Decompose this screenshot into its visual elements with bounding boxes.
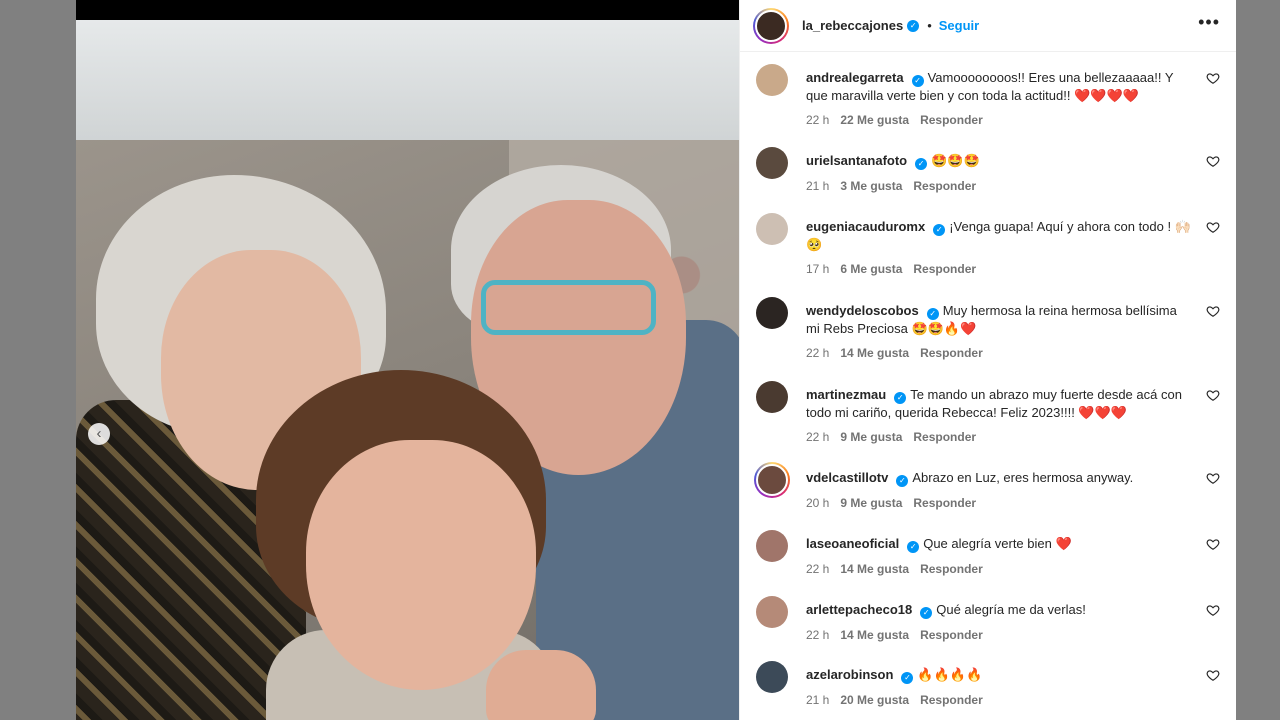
verified-badge-icon: ✓ (896, 475, 909, 487)
commenter-avatar[interactable] (756, 596, 788, 628)
chevron-left-icon: ‹ (96, 425, 102, 442)
comment-item: urielsantanafoto ✓ 🤩🤩🤩 21 h 3 Me gusta Res… (740, 147, 1236, 195)
comment-text: Abrazo en Luz, eres hermosa anyway. (912, 470, 1134, 485)
reply-button[interactable]: Responder (920, 112, 983, 129)
comment-time[interactable]: 22 h (806, 112, 829, 129)
comment-likes[interactable]: 14 Me gusta (840, 561, 909, 578)
verified-badge-icon: ✓ (915, 158, 928, 170)
comment-time[interactable]: 21 h (806, 178, 829, 195)
commenter-avatar[interactable] (756, 381, 788, 413)
comment-item: wendydeloscobos ✓ Muy hermosa la reina her… (740, 297, 1236, 362)
heart-icon[interactable] (1206, 668, 1220, 682)
comment-likes[interactable]: 3 Me gusta (840, 178, 902, 195)
comment-text: 🔥🔥🔥🔥 (917, 667, 983, 682)
comment-likes[interactable]: 14 Me gusta (840, 627, 909, 644)
more-options-icon[interactable]: ••• (1198, 13, 1220, 35)
comment-time[interactable]: 22 h (806, 429, 829, 446)
comment-likes[interactable]: 9 Me gusta (840, 495, 902, 512)
verified-badge-icon: ✓ (911, 75, 924, 87)
commenter-avatar[interactable] (756, 297, 788, 329)
heart-icon[interactable] (1206, 220, 1220, 234)
comment-item: andrealegarreta ✓ Vamoooooooos!! Eres una … (740, 64, 1236, 129)
comment-item: laseoaneoficial ✓ Que alegría verte bien ❤… (740, 530, 1236, 578)
post-photo: ‹ (76, 0, 739, 720)
comment-likes[interactable]: 14 Me gusta (840, 345, 909, 362)
commenter-avatar[interactable] (756, 661, 788, 693)
comment-likes[interactable]: 22 Me gusta (840, 112, 909, 129)
author-avatar[interactable] (753, 7, 789, 44)
person-right-glasses (481, 280, 656, 335)
photo-top-bar (76, 0, 739, 20)
commenter-username[interactable]: andrealegarreta (806, 70, 904, 85)
comments-panel: la_rebeccajones ✓ • Seguir ••• andrealeg… (739, 0, 1236, 720)
commenter-avatar[interactable] (756, 213, 788, 245)
comment-text: 🤩🤩🤩 (931, 153, 980, 168)
comment-time[interactable]: 21 h (806, 692, 829, 709)
comment-item: martinezmau ✓ Te mando un abrazo muy fuert… (740, 381, 1236, 446)
verified-badge-icon: ✓ (907, 541, 920, 553)
commenter-avatar[interactable] (756, 147, 788, 179)
heart-icon[interactable] (1206, 304, 1220, 318)
reply-button[interactable]: Responder (920, 561, 983, 578)
commenter-username[interactable]: laseoaneoficial (806, 536, 899, 551)
author-username[interactable]: la_rebeccajones (802, 18, 903, 33)
comment-item: eugeniacauduromx ✓ ¡Venga guapa! Aquí y ah… (740, 213, 1236, 278)
comment-likes[interactable]: 9 Me gusta (840, 429, 902, 446)
verified-badge-icon: ✓ (894, 392, 907, 404)
verified-badge-icon: ✓ (920, 607, 933, 619)
comment-item: vdelcastillotv ✓ Abrazo en Luz, eres hermo… (740, 462, 1236, 512)
comment-likes[interactable]: 20 Me gusta (840, 692, 909, 709)
heart-icon[interactable] (1206, 537, 1220, 551)
commenter-username[interactable]: martinezmau (806, 387, 886, 402)
heart-icon[interactable] (1206, 71, 1220, 85)
commenter-avatar-image (756, 464, 788, 496)
separator-dot: • (927, 18, 932, 33)
heart-icon[interactable] (1206, 388, 1220, 402)
reply-button[interactable]: Responder (920, 627, 983, 644)
post-modal: ‹ la_rebeccajones ✓ • Seguir ••• andreal… (76, 0, 1236, 720)
commenter-username[interactable]: arlettepacheco18 (806, 602, 912, 617)
comment-time[interactable]: 20 h (806, 495, 829, 512)
reply-button[interactable]: Responder (913, 495, 976, 512)
verified-badge-icon: ✓ (933, 224, 946, 236)
author-avatar-image (755, 9, 787, 42)
previous-photo-button[interactable]: ‹ (88, 423, 110, 445)
verified-badge-icon: ✓ (926, 308, 939, 320)
reply-button[interactable]: Responder (913, 178, 976, 195)
reply-button[interactable]: Responder (920, 345, 983, 362)
follow-button[interactable]: Seguir (939, 18, 979, 33)
comment-list: andrealegarreta ✓ Vamoooooooos!! Eres una … (740, 52, 1236, 720)
comment-item: arlettepacheco18 ✓ Qué alegría me da verla… (740, 596, 1236, 644)
verified-badge-icon: ✓ (907, 19, 920, 32)
comment-time[interactable]: 22 h (806, 345, 829, 362)
photo-background-ceiling (76, 20, 739, 145)
commenter-username[interactable]: azelarobinson (806, 667, 893, 682)
comment-text: Que alegría verte bien ❤️ (923, 536, 1072, 551)
reply-button[interactable]: Responder (920, 692, 983, 709)
comment-time[interactable]: 17 h (806, 261, 829, 278)
commenter-avatar[interactable] (756, 530, 788, 562)
person-center-face (306, 440, 536, 690)
reply-button[interactable]: Responder (913, 261, 976, 278)
commenter-username[interactable]: urielsantanafoto (806, 153, 907, 168)
post-header: la_rebeccajones ✓ • Seguir ••• (740, 0, 1236, 52)
commenter-username[interactable]: wendydeloscobos (806, 303, 919, 318)
comment-text: Qué alegría me da verlas! (936, 602, 1086, 617)
person-center-hand (486, 650, 596, 720)
verified-badge-icon: ✓ (901, 672, 914, 684)
heart-icon[interactable] (1206, 603, 1220, 617)
heart-icon[interactable] (1206, 471, 1220, 485)
heart-icon[interactable] (1206, 154, 1220, 168)
comment-item: azelarobinson ✓ 🔥🔥🔥🔥 21 h 20 Me gusta Resp… (740, 661, 1236, 709)
reply-button[interactable]: Responder (913, 429, 976, 446)
comment-likes[interactable]: 6 Me gusta (840, 261, 902, 278)
comment-time[interactable]: 22 h (806, 627, 829, 644)
commenter-avatar[interactable] (754, 462, 790, 498)
commenter-avatar[interactable] (756, 64, 788, 96)
comment-time[interactable]: 22 h (806, 561, 829, 578)
commenter-username[interactable]: eugeniacauduromx (806, 219, 925, 234)
commenter-username[interactable]: vdelcastillotv (806, 470, 888, 485)
